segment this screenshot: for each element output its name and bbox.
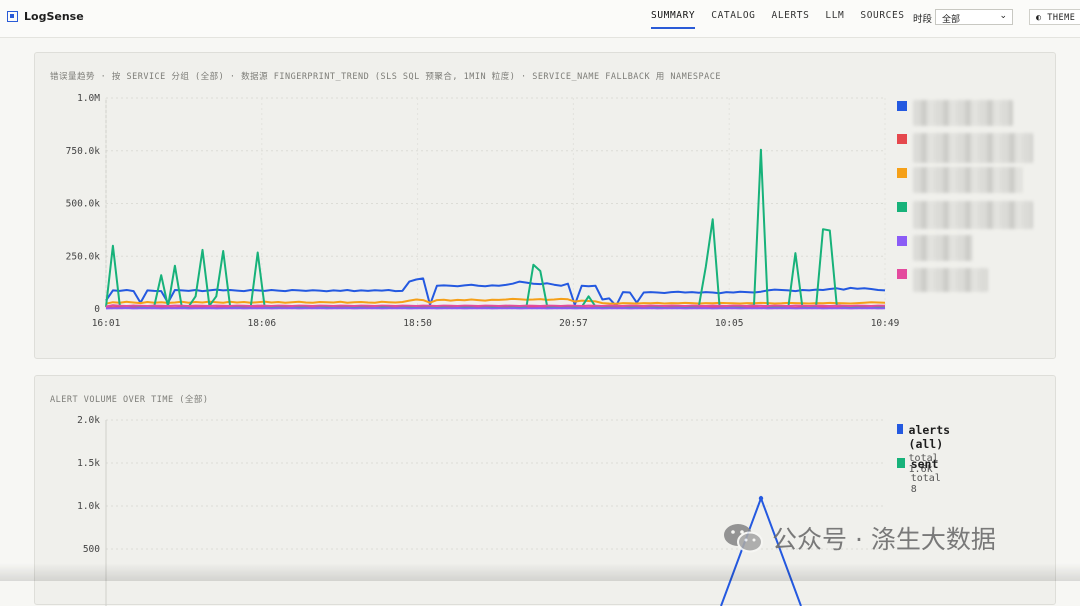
series-line-4 [106, 150, 885, 307]
legend-swatch [897, 202, 907, 212]
watermark-text: 公众号 · 涤生大数据 [772, 520, 996, 556]
y-tick-label: 1.0k [77, 501, 100, 512]
brand[interactable]: LogSense [7, 10, 84, 23]
theme-button[interactable]: ◐ THEME [1029, 9, 1080, 25]
y-tick-label: 500 [83, 544, 100, 555]
x-tick-label: 20:57 [559, 318, 588, 329]
legend-item-4[interactable] [897, 201, 1033, 229]
legend-swatch [897, 168, 907, 178]
nav-llm[interactable]: LLM [825, 10, 844, 29]
x-tick-label: 10:05 [715, 318, 744, 329]
nav-summary[interactable]: SUMMARY [651, 10, 695, 29]
legend-swatch [897, 424, 903, 434]
nav-alerts[interactable]: ALERTS [772, 10, 810, 29]
error-trend-card: 错误量趋势 · 按 SERVICE 分组 (全部) · 数据源 FINGERPR… [34, 52, 1056, 359]
half-circle-icon: ◐ [1036, 13, 1042, 23]
wechat-icon [722, 521, 764, 555]
legend-swatch [897, 269, 907, 279]
legend-total: total 8 [911, 473, 943, 495]
y-tick-label: 250.0k [66, 251, 101, 262]
legend-swatch [897, 134, 907, 144]
x-tick-label: 16:01 [92, 318, 121, 329]
legend-swatch [897, 458, 905, 468]
logo-icon [7, 11, 18, 22]
theme-label: THEME [1047, 13, 1075, 23]
legend-item-3[interactable] [897, 167, 1023, 193]
y-tick-label: 500.0k [66, 199, 101, 210]
period-value: 全部 [942, 15, 960, 25]
x-tick-label: 18:06 [247, 318, 276, 329]
nav-sources[interactable]: SOURCES [860, 10, 904, 29]
redacted-label [913, 100, 1013, 126]
chevron-down-icon: ⌄ [999, 11, 1007, 21]
main-nav: SUMMARY CATALOG ALERTS LLM SOURCES [651, 10, 905, 29]
legend-name: sent [911, 457, 943, 471]
legend-item-2[interactable] [897, 133, 1033, 163]
y-tick-label: 0 [94, 304, 100, 315]
y-tick-label: 2.0k [77, 415, 100, 426]
nav-catalog[interactable]: CATALOG [711, 10, 755, 29]
y-tick-label: 750.0k [66, 146, 101, 157]
series-line-6 [106, 305, 885, 306]
app-name: LogSense [24, 10, 84, 23]
legend-name: alerts (all) [909, 423, 955, 451]
redacted-label [913, 268, 988, 292]
redacted-label [913, 235, 973, 261]
period-select[interactable]: 全部 ⌄ [935, 9, 1013, 25]
x-tick-label: 18:50 [403, 318, 432, 329]
bottom-shadow [0, 563, 1080, 581]
top-bar: LogSense SUMMARY CATALOG ALERTS LLM SOUR… [0, 0, 1080, 38]
legend-swatch [897, 236, 907, 246]
legend-item-sent[interactable]: sent total 8 [897, 457, 943, 495]
alerts-peak-point [759, 496, 763, 500]
legend-item-6[interactable] [897, 268, 988, 292]
legend-item-1[interactable] [897, 100, 1013, 126]
watermark: 公众号 · 涤生大数据 [722, 520, 996, 556]
redacted-label [913, 133, 1033, 163]
legend-swatch [897, 101, 907, 111]
y-tick-label: 1.5k [77, 458, 100, 469]
redacted-label [913, 201, 1033, 229]
redacted-label [913, 167, 1023, 193]
y-tick-label: 1.0M [77, 93, 100, 104]
x-tick-label: 10:49 [871, 318, 900, 329]
period-label: 时段 [913, 11, 932, 25]
legend-item-5[interactable] [897, 235, 973, 261]
